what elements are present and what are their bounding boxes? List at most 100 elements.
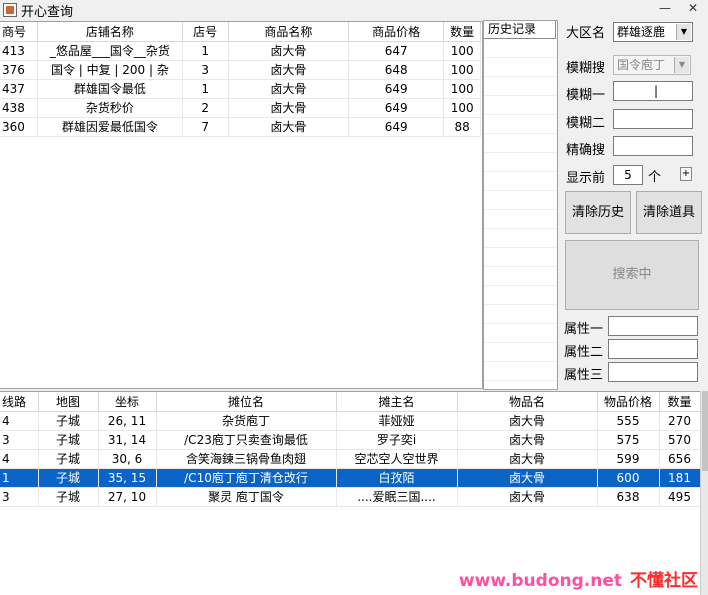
column-header[interactable]: 店号: [182, 22, 229, 42]
table-row[interactable]: 438 杂货秒价 2 卤大骨 649 100: [0, 98, 481, 118]
cell: 卤大骨: [457, 487, 598, 507]
show-top-input[interactable]: 5: [613, 165, 643, 185]
watermark: www.budong.net 不懂社区: [459, 566, 698, 591]
cell: _悠品屋___国令__杂货: [37, 41, 183, 61]
fuzzy-search-label: 模糊搜: [566, 61, 606, 76]
table-row[interactable]: 4 子城 26, 11 杂货庖丁 菲娅娅 卤大骨 555 270: [0, 411, 701, 431]
table-header-row: 商号 店铺名称 店号 商品名称 商品价格 数量: [0, 22, 481, 42]
table-row-selected[interactable]: 1 子城 35, 15 /C10庖丁庖丁清仓改行 白孜陌 卤大骨 600 181: [0, 468, 701, 488]
column-header[interactable]: 商号: [0, 22, 39, 42]
region-select[interactable]: 群雄逐鹿 ▼: [613, 22, 693, 42]
cell: 菲娅娅: [336, 411, 458, 431]
cell: 647: [348, 41, 445, 61]
fuzzy2-input[interactable]: [613, 109, 693, 129]
close-button[interactable]: ✕: [680, 0, 706, 18]
table-row[interactable]: 437 群雄国令最低 1 卤大骨 649 100: [0, 79, 481, 99]
cell: 438: [0, 98, 39, 118]
column-header[interactable]: 摊主名: [336, 392, 458, 412]
table-row[interactable]: 413 _悠品屋___国令__杂货 1 卤大骨 647 100: [0, 41, 481, 61]
cell: 3: [0, 430, 39, 450]
attr2-label: 属性二: [564, 345, 604, 360]
cell: 3: [0, 487, 39, 507]
history-list[interactable]: [484, 39, 557, 389]
cell: 35, 15: [98, 468, 157, 488]
region-value: 群雄逐鹿: [617, 25, 666, 39]
plus-icon[interactable]: +: [680, 167, 692, 181]
cell: /C10庖丁庖丁清仓改行: [156, 468, 337, 488]
cell: 649: [348, 98, 445, 118]
search-panel: 大区名 群雄逐鹿 ▼ 模糊搜 国令庖丁 ▼ 模糊一 | 模糊二 精确搜 显示前 …: [560, 20, 708, 390]
attr1-input[interactable]: [608, 316, 698, 336]
cell: 26, 11: [98, 411, 157, 431]
column-header[interactable]: 线路: [0, 392, 39, 412]
table-header-row: 线路 地图 坐标 摊位名 摊主名 物品名 物品价格 数量: [0, 392, 701, 412]
stall-results-table[interactable]: 线路 地图 坐标 摊位名 摊主名 物品名 物品价格 数量 4 子城 26, 11…: [0, 391, 701, 595]
show-top-unit: 个: [648, 170, 662, 185]
cell: 罗子奕i: [336, 430, 458, 450]
column-header[interactable]: 数量: [659, 392, 701, 412]
history-header[interactable]: 历史记录: [484, 21, 556, 39]
attr3-input[interactable]: [608, 362, 698, 382]
scrollbar-thumb[interactable]: [702, 391, 708, 471]
table-row[interactable]: 4 子城 30, 6 含笑海鍊三锅骨鱼肉翅 空芯空人空世界 卤大骨 599 65…: [0, 449, 701, 469]
cell: 555: [597, 411, 660, 431]
vertical-scrollbar[interactable]: [700, 391, 708, 595]
cell: ....爱眠三国....: [336, 487, 458, 507]
exact-search-input[interactable]: [613, 136, 693, 156]
cell: 白孜陌: [336, 468, 458, 488]
column-header[interactable]: 店铺名称: [37, 22, 183, 42]
table-row[interactable]: 3 子城 31, 14 /C23庖丁只卖查询最低 罗子奕i 卤大骨 575 57…: [0, 430, 701, 450]
cell: 88: [443, 117, 481, 137]
cell: 599: [597, 449, 660, 469]
column-header[interactable]: 商品价格: [348, 22, 445, 42]
column-header[interactable]: 数量: [443, 22, 481, 42]
minimize-button[interactable]: —: [652, 0, 678, 18]
clear-items-button[interactable]: 清除道具: [636, 191, 702, 234]
column-header[interactable]: 摊位名: [156, 392, 337, 412]
cell: 638: [597, 487, 660, 507]
cell: 649: [348, 79, 445, 99]
cell: 群雄国令最低: [37, 79, 183, 99]
cell: 卤大骨: [228, 117, 350, 137]
cell: 376: [0, 60, 39, 80]
exact-search-label: 精确搜: [566, 143, 606, 158]
fuzzy1-input[interactable]: |: [613, 81, 693, 101]
column-header[interactable]: 地图: [38, 392, 99, 412]
history-panel[interactable]: 历史记录: [483, 20, 558, 390]
cell: 648: [348, 60, 445, 80]
column-header[interactable]: 物品名: [457, 392, 598, 412]
shop-results-table[interactable]: 商号 店铺名称 店号 商品名称 商品价格 数量 413 _悠品屋___国令__杂…: [0, 21, 483, 389]
title-bar: 开心查询 — ✕: [0, 0, 708, 20]
cell: 子城: [38, 487, 99, 507]
cell: 570: [659, 430, 701, 450]
chevron-down-icon[interactable]: ▼: [676, 24, 691, 40]
cell: 空芯空人空世界: [336, 449, 458, 469]
cell: 卤大骨: [457, 430, 598, 450]
cell: 卤大骨: [457, 449, 598, 469]
column-header[interactable]: 物品价格: [597, 392, 660, 412]
cell: 7: [182, 117, 229, 137]
watermark-url: www.budong.net: [458, 571, 622, 591]
cell: 31, 14: [98, 430, 157, 450]
cell: 卤大骨: [228, 60, 350, 80]
cell: 270: [659, 411, 701, 431]
search-button[interactable]: 搜索中: [565, 240, 699, 310]
cell: 413: [0, 41, 39, 61]
column-header[interactable]: 坐标: [98, 392, 157, 412]
chevron-down-icon[interactable]: ▼: [674, 57, 689, 73]
watermark-name: 不懂社区: [630, 571, 698, 591]
attr2-input[interactable]: [608, 339, 698, 359]
cell: 3: [182, 60, 229, 80]
cell: 27, 10: [98, 487, 157, 507]
table-row[interactable]: 376 国令 | 中复 | 200 | 杂 3 卤大骨 648 100: [0, 60, 481, 80]
clear-history-button[interactable]: 清除历史: [565, 191, 631, 234]
fuzzy-search-value: 国令庖丁: [617, 58, 666, 72]
cell: 含笑海鍊三锅骨鱼肉翅: [156, 449, 337, 469]
region-label: 大区名: [566, 26, 606, 41]
table-row[interactable]: 360 群雄因爱最低国令 7 卤大骨 649 88: [0, 117, 481, 137]
fuzzy-search-select[interactable]: 国令庖丁 ▼: [613, 55, 691, 75]
column-header[interactable]: 商品名称: [228, 22, 350, 42]
table-row[interactable]: 3 子城 27, 10 聚灵 庖丁国令 ....爱眠三国.... 卤大骨 638…: [0, 487, 701, 507]
window-title: 开心查询: [21, 4, 74, 20]
cell: 子城: [38, 449, 99, 469]
